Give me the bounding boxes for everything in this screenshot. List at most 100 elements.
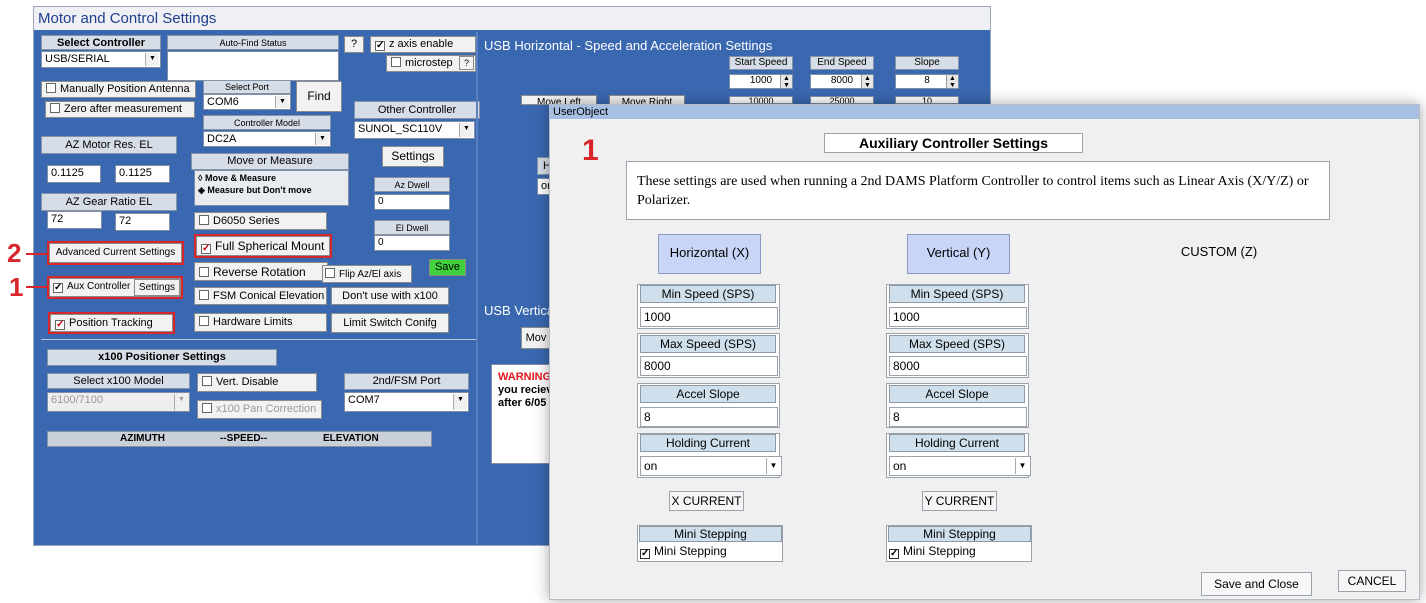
other-controller-settings-button[interactable]: Settings [382,146,444,167]
save-button[interactable]: Save [429,259,466,276]
end-speed-spinner[interactable]: 8000 ▲ ▼ [810,74,874,89]
warning-title: WARNING [498,371,551,383]
callout-line [26,286,48,288]
help-button[interactable]: ? [344,36,364,53]
checkbox-icon [391,57,401,67]
min-speed-field-x[interactable]: 1000 [640,307,778,327]
save-and-close-button[interactable]: Save and Close [1201,572,1312,596]
min-speed-field-y[interactable]: 1000 [889,307,1027,327]
holding-current-dropdown-y[interactable]: on ▼ [889,456,1031,476]
holding-current-label-x: Holding Current [640,434,776,452]
position-tracking-checkbox[interactable]: ✓ Position Tracking [48,312,175,334]
hardware-limits-label: Hardware Limits [213,316,293,328]
callout-2: 2 [7,238,22,268]
az-motor-res-field[interactable]: 0.1125 [47,165,101,183]
chevron-down-icon: ▼ [766,458,780,474]
aux-controller-settings-button[interactable]: Settings [134,279,180,296]
cancel-button[interactable]: CANCEL [1338,570,1406,592]
z-axis-checkbox[interactable]: ✓ z axis enable [370,36,476,53]
check-icon: ✓ [201,243,211,254]
find-button[interactable]: Find [296,81,342,112]
microstep-help-button[interactable]: ? [459,56,474,70]
fsm-port-dropdown[interactable]: COM7 ▼ [344,392,469,412]
holding-current-value-x: on [644,459,658,473]
aux-controller-label: Aux Controller [67,281,131,292]
end-speed-value: 8000 [830,75,854,86]
motor-res-label: AZ Motor Res. EL [41,136,177,154]
controller-model-dropdown[interactable]: DC2A ▼ [203,131,331,147]
reverse-rotation-checkbox[interactable]: Reverse Rotation [194,262,328,281]
azimuth-header: AZIMUTH [120,433,165,444]
full-spherical-mount-checkbox[interactable]: ✓ Full Spherical Mount [194,234,332,258]
az-dwell-field[interactable]: 0 [374,194,450,210]
az-gear-ratio-field[interactable]: 72 [47,211,102,229]
select-controller-dropdown[interactable]: USB/SERIAL ▼ [41,51,161,68]
el-dwell-label: El Dwell [374,220,450,235]
move-or-measure-label: Move or Measure [191,153,349,170]
start-speed-slider[interactable]: 10000 [729,96,793,104]
slope-slider[interactable]: 10 [895,96,959,104]
advanced-current-settings-button[interactable]: Advanced Current Settings [47,241,184,265]
select-port-dropdown[interactable]: COM6 ▼ [203,94,291,110]
dont-use-x100-button[interactable]: Don't use with x100 [331,287,449,305]
select-x100-model-dropdown[interactable]: 6100/7100 ▼ [47,392,190,412]
measure-dont-move-option-label: Measure but Don't move [207,185,312,195]
mini-stepping-checkbox-y[interactable]: ✓ Mini Stepping [889,544,976,559]
move-measure-option[interactable]: ◊ Move & Measure [198,172,345,184]
move-button-partial[interactable]: Mov [521,327,551,349]
mini-stepping-text-x: Mini Stepping [654,544,727,558]
y-current-button[interactable]: Y CURRENT [922,491,997,511]
auto-find-status-label: Auto-Find Status [167,35,339,50]
end-speed-slider[interactable]: 25000 [810,96,874,104]
max-speed-field-y[interactable]: 8000 [889,356,1027,376]
limit-switch-config-button[interactable]: Limit Switch Conifg [331,313,449,333]
slope-spinner[interactable]: 8 ▲ ▼ [895,74,959,89]
max-speed-field-x[interactable]: 8000 [640,356,778,376]
other-controller-label: Other Controller [354,101,480,119]
start-speed-spinner[interactable]: 1000 ▲ ▼ [729,74,793,89]
max-speed-label-y: Max Speed (SPS) [889,335,1025,353]
reverse-rotation-label: Reverse Rotation [213,265,306,279]
vert-disable-checkbox[interactable]: Vert. Disable [197,373,317,392]
warning-box: WARNING you reciev after 6/05 [491,364,551,464]
checkbox-icon [50,103,60,113]
divider [41,339,476,340]
select-controller-label: Select Controller [41,35,161,50]
start-speed-label: Start Speed [729,56,793,70]
holding-current-dropdown-x[interactable]: on ▼ [640,456,782,476]
checkbox-icon [199,316,209,326]
hardware-limits-checkbox[interactable]: Hardware Limits [194,313,327,332]
max-speed-label-x: Max Speed (SPS) [640,335,776,353]
accel-slope-field-x[interactable]: 8 [640,407,778,427]
manually-position-checkbox[interactable]: Manually Position Antenna [41,81,196,98]
other-controller-dropdown[interactable]: SUNOL_SC110V ▼ [354,121,475,139]
accel-slope-field-y[interactable]: 8 [889,407,1027,427]
flip-az-el-checkbox[interactable]: Flip Az/El axis [322,265,412,283]
d6050-series-checkbox[interactable]: D6050 Series [194,212,327,230]
chevron-down-icon: ▼ [1015,458,1029,474]
callout-line [26,253,48,255]
holding-current-value-y: on [893,459,907,473]
dialog-titlebar: UserObject [550,105,1419,119]
end-speed-label: End Speed [810,56,874,70]
x100-pan-correction-checkbox[interactable]: x100 Pan Correction [197,400,322,419]
checkbox-icon [199,290,209,300]
window-title: Motor and Control Settings [34,7,990,30]
dialog-heading: Auxiliary Controller Settings [824,133,1083,153]
min-speed-label-y: Min Speed (SPS) [889,285,1025,303]
zero-after-checkbox[interactable]: Zero after measurement [45,101,195,118]
x-current-button[interactable]: X CURRENT [669,491,744,511]
spinner-arrows-icon: ▲ ▼ [861,75,873,89]
horizontal-x-header: Horizontal (X) [658,234,761,274]
measure-dont-move-option[interactable]: ◈ Measure but Don't move [198,184,345,196]
chevron-down-icon: ▼ [453,394,467,410]
check-icon: ✓ [889,548,899,559]
checkbox-icon [199,267,209,277]
check-icon: ✓ [640,548,650,559]
mini-stepping-label-y: Mini Stepping [888,526,1031,542]
mini-stepping-checkbox-x[interactable]: ✓ Mini Stepping [640,544,727,559]
el-gear-ratio-field[interactable]: 72 [115,213,170,231]
el-dwell-field[interactable]: 0 [374,235,450,251]
fsm-conical-checkbox[interactable]: FSM Conical Elevation [194,287,327,305]
el-motor-res-field[interactable]: 0.1125 [115,165,170,183]
